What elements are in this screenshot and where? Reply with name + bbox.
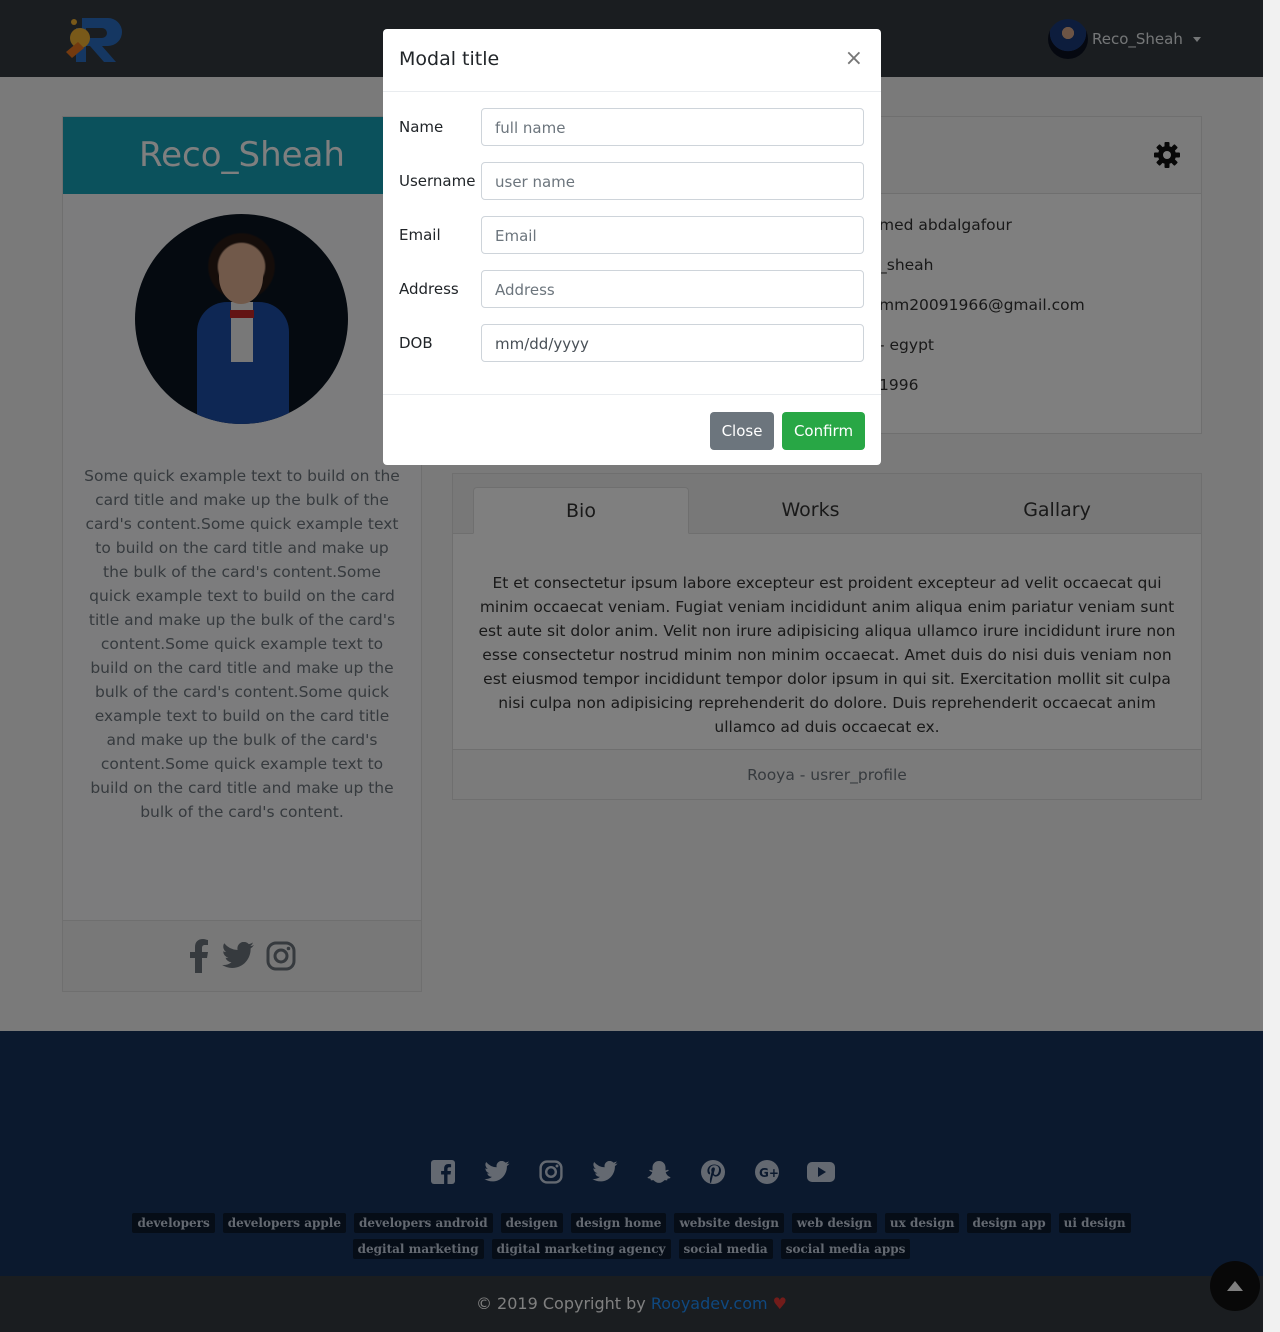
modal-title: Modal title	[399, 48, 500, 70]
dob-row: DOB mm/dd/yyyy	[399, 324, 865, 362]
address-label: Address	[399, 280, 459, 298]
name-row: Name full name	[399, 108, 865, 146]
close-icon[interactable]: ×	[845, 47, 863, 71]
scrollbar[interactable]	[1263, 0, 1280, 1332]
email-row: Email Email	[399, 216, 865, 254]
name-label: Name	[399, 118, 444, 136]
dob-input[interactable]: mm/dd/yyyy	[481, 324, 864, 362]
email-label: Email	[399, 226, 441, 244]
edit-profile-modal: Modal title × Name full name Username us…	[383, 29, 881, 465]
modal-footer: Close Confirm	[383, 394, 881, 465]
name-input[interactable]: full name	[481, 108, 864, 146]
username-row: Username user name	[399, 162, 865, 200]
close-button[interactable]: Close	[710, 412, 774, 450]
modal-header: Modal title ×	[383, 29, 881, 92]
address-row: Address Address	[399, 270, 865, 308]
address-input[interactable]: Address	[481, 270, 864, 308]
email-input[interactable]: Email	[481, 216, 864, 254]
confirm-button[interactable]: Confirm	[782, 412, 865, 450]
username-label: Username	[399, 172, 476, 190]
username-input[interactable]: user name	[481, 162, 864, 200]
dob-label: DOB	[399, 334, 433, 352]
